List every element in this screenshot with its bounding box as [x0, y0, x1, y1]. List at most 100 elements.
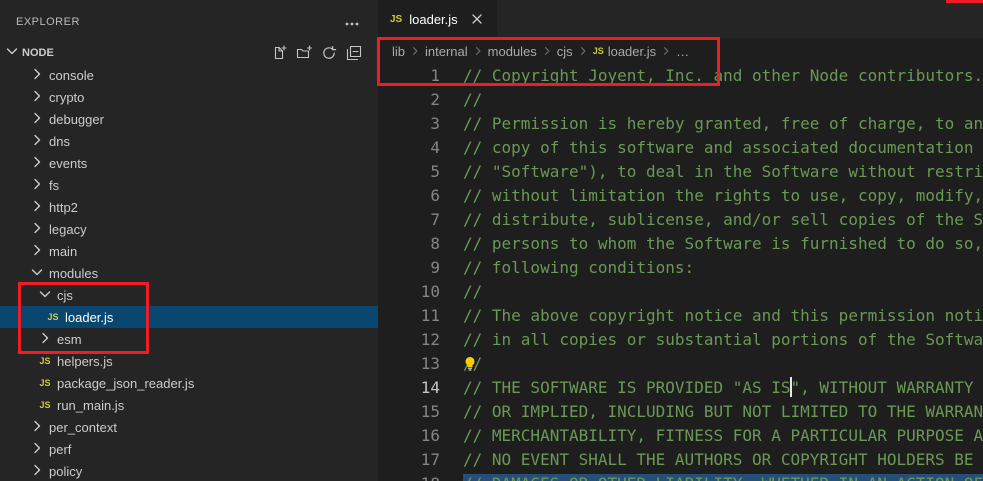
code-line[interactable]: 14 // THE SOFTWARE IS PROVIDED "AS IS", … — [378, 376, 983, 400]
chevron-right-icon — [29, 110, 45, 129]
line-number[interactable]: 15 — [378, 400, 440, 424]
code-line[interactable]: 11 // The above copyright notice and thi… — [378, 304, 983, 328]
line-number[interactable]: 18 — [378, 472, 440, 481]
tab-bar: JS loader.js — [378, 0, 983, 38]
line-number[interactable]: 16 — [378, 424, 440, 448]
code-line[interactable]: 15 // OR IMPLIED, INCLUDING BUT NOT LIMI… — [378, 400, 983, 424]
line-text: // — [440, 280, 482, 304]
breadcrumb-label: cjs — [557, 44, 573, 59]
line-number[interactable]: 12 — [378, 328, 440, 352]
chevron-right-icon — [29, 440, 45, 459]
tree-item[interactable]: JS legacy — [0, 218, 378, 240]
code-line[interactable]: 1 // Copyright Joyent, Inc. and other No… — [378, 64, 983, 88]
tree-item[interactable]: JS policy — [0, 460, 378, 481]
tree-item[interactable]: JS debugger — [0, 108, 378, 130]
tree-item[interactable]: JS cjs — [0, 284, 378, 306]
tree-item[interactable]: JS events — [0, 152, 378, 174]
breadcrumb-separator-icon — [541, 45, 553, 57]
breadcrumb-item[interactable]: JS internal — [425, 44, 468, 59]
code-line[interactable]: 12 // in all copies or substantial porti… — [378, 328, 983, 352]
tree-item[interactable]: JS perf — [0, 438, 378, 460]
line-text: // in all copies or substantial portions… — [440, 328, 983, 352]
line-number[interactable]: 9 — [378, 256, 440, 280]
code-line[interactable]: 7 // distribute, sublicense, and/or sell… — [378, 208, 983, 232]
tree-item-label: console — [49, 68, 94, 83]
lightbulb-icon[interactable] — [462, 356, 478, 372]
tree-item-label: main — [49, 244, 77, 259]
js-file-icon: JS — [39, 400, 50, 410]
code-line[interactable]: 16 // MERCHANTABILITY, FITNESS FOR A PAR… — [378, 424, 983, 448]
tree-item-label: modules — [49, 266, 98, 281]
line-text: // Permission is hereby granted, free of… — [440, 112, 983, 136]
tree-item[interactable]: JS fs — [0, 174, 378, 196]
line-number[interactable]: 14 — [378, 376, 440, 400]
line-number[interactable]: 6 — [378, 184, 440, 208]
tree-item-label: loader.js — [65, 310, 113, 325]
breadcrumb-item[interactable]: JS … — [676, 44, 689, 59]
code-editor[interactable]: 1 // Copyright Joyent, Inc. and other No… — [378, 64, 983, 481]
tree-item[interactable]: JS esm — [0, 328, 378, 350]
line-number[interactable]: 1 — [378, 64, 440, 88]
node-section-header[interactable]: NODE — [0, 42, 378, 64]
tab-label: loader.js — [409, 12, 457, 27]
collapse-all-icon[interactable] — [346, 45, 362, 61]
tree-item[interactable]: JS helpers.js — [0, 350, 378, 372]
chevron-right-icon — [29, 88, 45, 107]
chevron-right-icon — [29, 462, 45, 481]
chevron-right-icon — [29, 132, 45, 151]
tab-loader-js[interactable]: JS loader.js — [378, 0, 497, 38]
tree-item-label: legacy — [49, 222, 87, 237]
tree-item[interactable]: JS http2 — [0, 196, 378, 218]
code-line[interactable]: 17 // NO EVENT SHALL THE AUTHORS OR COPY… — [378, 448, 983, 472]
tree-item[interactable]: JS console — [0, 64, 378, 86]
breadcrumb-item[interactable]: JS lib — [392, 44, 405, 59]
tree-item-label: policy — [49, 464, 82, 479]
tree-item[interactable]: JS modules — [0, 262, 378, 284]
refresh-icon[interactable] — [321, 45, 337, 61]
line-number[interactable]: 7 — [378, 208, 440, 232]
code-line[interactable]: 6 // without limitation the rights to us… — [378, 184, 983, 208]
chevron-right-icon — [29, 176, 45, 195]
line-number[interactable]: 10 — [378, 280, 440, 304]
more-actions-icon[interactable] — [344, 16, 360, 32]
tree-item[interactable]: JS per_context — [0, 416, 378, 438]
line-number[interactable]: 8 — [378, 232, 440, 256]
line-text: // Copyright Joyent, Inc. and other Node… — [440, 64, 983, 88]
chevron-right-icon — [29, 198, 45, 217]
code-line[interactable]: 5 // "Software"), to deal in the Softwar… — [378, 160, 983, 184]
js-file-icon: JS — [390, 14, 402, 25]
breadcrumb-item[interactable]: JS modules — [488, 44, 537, 59]
breadcrumb-item[interactable]: JS cjs — [557, 44, 573, 59]
tree-item[interactable]: JS run_main.js — [0, 394, 378, 416]
tree-item[interactable]: JS loader.js — [0, 306, 378, 328]
chevron-right-icon — [29, 154, 45, 173]
line-number[interactable]: 2 — [378, 88, 440, 112]
line-number[interactable]: 5 — [378, 160, 440, 184]
tree-item[interactable]: JS crypto — [0, 86, 378, 108]
line-number[interactable]: 11 — [378, 304, 440, 328]
new-folder-icon[interactable] — [296, 45, 312, 61]
chevron-right-icon — [29, 242, 45, 261]
line-number[interactable]: 3 — [378, 112, 440, 136]
code-line[interactable]: 3 // Permission is hereby granted, free … — [378, 112, 983, 136]
code-line[interactable]: 10 // — [378, 280, 983, 304]
tree-item-label: events — [49, 156, 87, 171]
tree-item[interactable]: JS dns — [0, 130, 378, 152]
new-file-icon[interactable] — [271, 45, 287, 61]
explorer-title: EXPLORER — [16, 16, 80, 28]
close-icon[interactable] — [469, 11, 485, 27]
code-line[interactable]: 2 // — [378, 88, 983, 112]
line-number[interactable]: 4 — [378, 136, 440, 160]
tree-item[interactable]: JS main — [0, 240, 378, 262]
breadcrumb-item[interactable]: JS loader.js — [593, 44, 656, 59]
line-text: // copy of this software and associated … — [440, 136, 983, 160]
code-line[interactable]: 4 // copy of this software and associate… — [378, 136, 983, 160]
code-line[interactable]: 8 // persons to whom the Software is fur… — [378, 232, 983, 256]
line-number[interactable]: 13 — [378, 352, 440, 376]
code-line[interactable]: 18 // DAMAGES OR OTHER LIABILITY, WHETHE… — [378, 472, 983, 481]
line-number[interactable]: 17 — [378, 448, 440, 472]
code-line[interactable]: 9 // following conditions: — [378, 256, 983, 280]
file-tree: JS console JS crypto JS debugger — [0, 64, 378, 481]
tree-item[interactable]: JS package_json_reader.js — [0, 372, 378, 394]
breadcrumb-label: lib — [392, 44, 405, 59]
